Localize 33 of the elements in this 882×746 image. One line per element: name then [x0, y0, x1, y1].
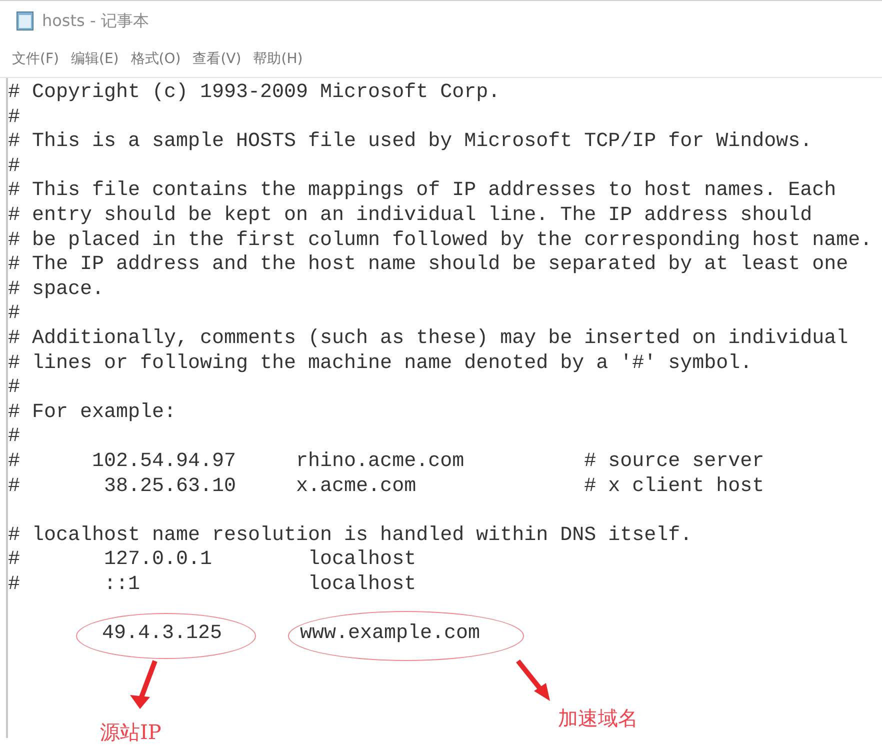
text-line: # Additionally, comments (such as these) may be inserted on individual	[8, 326, 848, 352]
text-line: # 38.25.63.10 x.acme.com # x client host	[8, 474, 764, 500]
text-line: # be placed in the first column followed by the corresponding host name.	[8, 228, 872, 254]
text-line: #	[8, 106, 20, 130]
host-name: www.example.com	[300, 622, 480, 647]
text-line: # The IP address and the host name should be separated by at least one	[8, 253, 848, 278]
text-line: # entry should be kept on an individual line. The IP address should	[8, 204, 812, 229]
text-line: #	[8, 376, 20, 401]
menu-item[interactable]: 帮助(H)	[253, 50, 303, 68]
window-title: hosts - 记事本	[42, 10, 149, 32]
menu-item[interactable]: 查看(V)	[192, 50, 242, 68]
text-line: #	[8, 425, 20, 450]
notepad-icon	[16, 11, 34, 31]
text-line: #	[8, 154, 20, 180]
arrow-icon	[516, 659, 550, 701]
menu-item[interactable]: 格式(O)	[130, 50, 181, 68]
text-line: # 127.0.0.1 localhost	[8, 548, 416, 573]
text-line: # space.	[8, 278, 104, 302]
annotation-label: 加速域名	[558, 705, 638, 732]
text-line: # This file contains the mappings of IP addresses to host names. Each	[8, 179, 836, 204]
annotation-label: 源站IP	[100, 719, 162, 746]
menu-item[interactable]: 编辑(E)	[70, 50, 119, 68]
ip-address: 49.4.3.125	[102, 622, 222, 647]
text-line: # This is a sample HOSTS file used by Microsoft TCP/IP for Windows.	[8, 130, 812, 155]
arrow-icon	[130, 660, 158, 709]
text-line: # ::1 localhost	[8, 572, 416, 598]
menu-item[interactable]: 文件(F)	[12, 50, 59, 68]
text-line: # localhost name resolution is handled within DNS itself.	[8, 524, 692, 548]
text-line: # Copyright (c) 1993-2009 Microsoft Corp.	[8, 81, 500, 106]
text-line: # For example:	[8, 400, 176, 426]
text-line: # lines or following the machine name denoted by a '#' symbol.	[8, 352, 752, 376]
text-line: #	[8, 302, 20, 327]
text-line: # 102.54.94.97 rhino.acme.com # source server	[8, 450, 764, 474]
